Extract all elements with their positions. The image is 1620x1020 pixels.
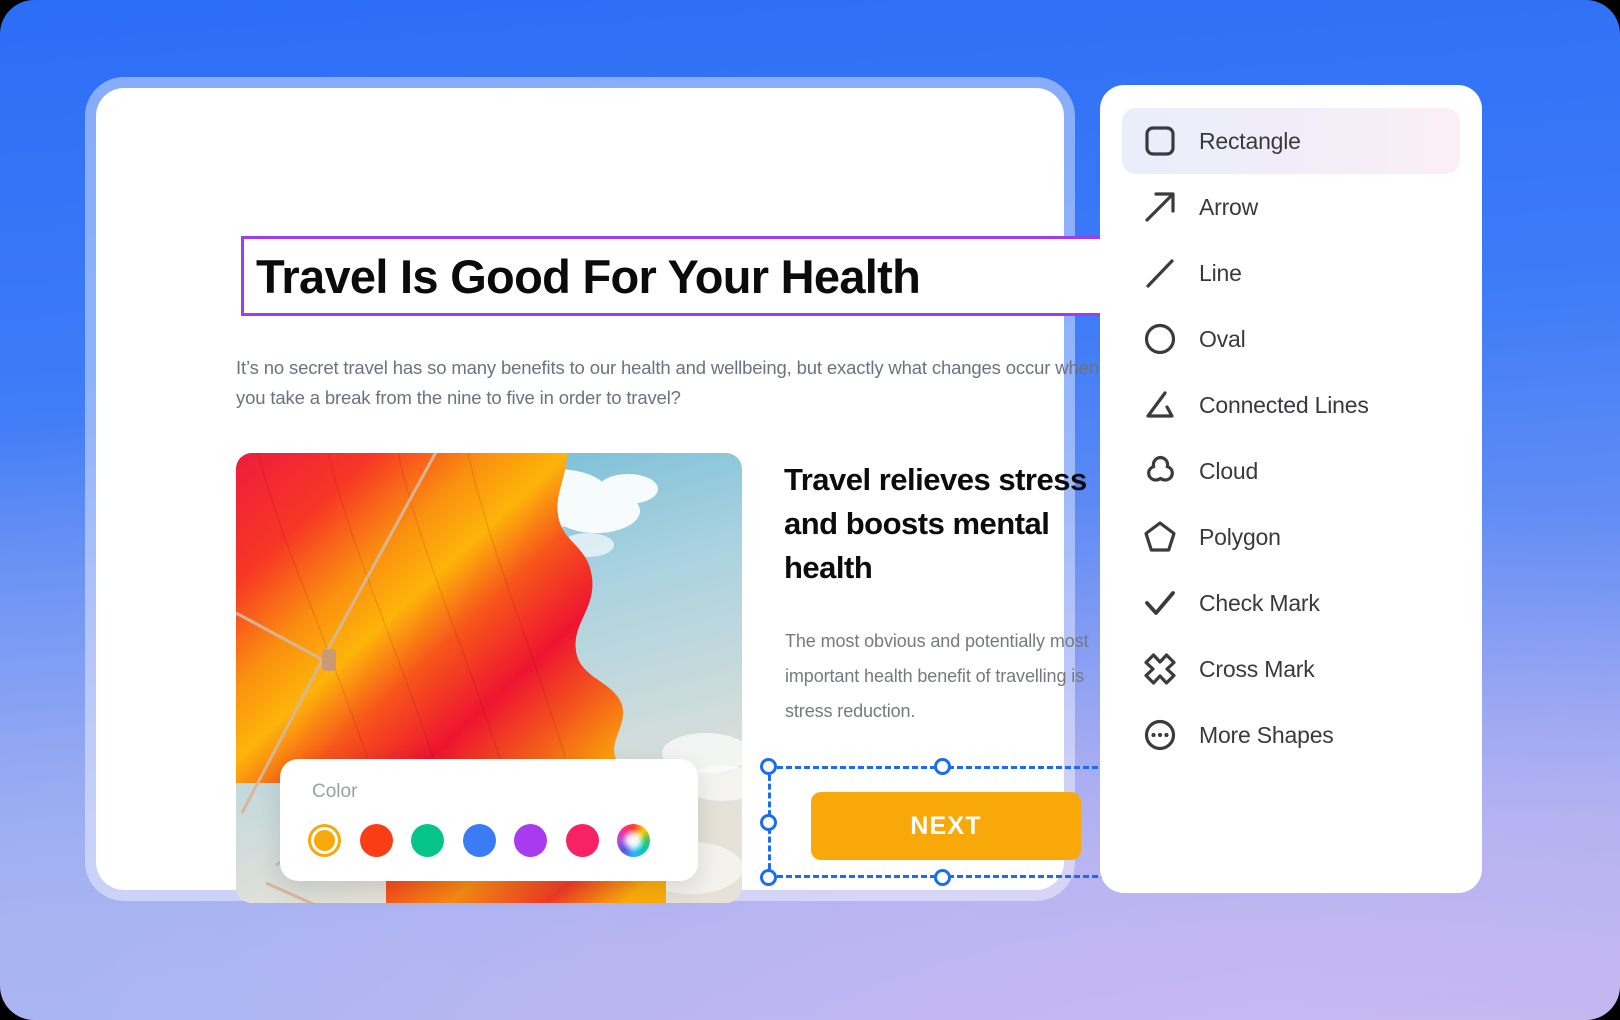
more-shapes-icon	[1138, 715, 1182, 755]
check-mark-icon	[1138, 583, 1182, 623]
section-paragraph[interactable]: The most obvious and potentially most im…	[785, 624, 1105, 729]
next-button-selection-frame[interactable]: NEXT	[760, 758, 1124, 886]
cross-mark-icon	[1138, 649, 1182, 689]
shape-item-more-shapes[interactable]: More Shapes	[1122, 702, 1460, 768]
color-swatch-purple[interactable]	[514, 824, 547, 857]
shape-item-line[interactable]: Line	[1122, 240, 1460, 306]
shape-label: Cloud	[1199, 457, 1259, 484]
next-button[interactable]: NEXT	[811, 792, 1081, 860]
shape-label: Oval	[1199, 325, 1246, 352]
shape-item-rectangle[interactable]: Rectangle	[1122, 108, 1460, 174]
editor-canvas-card: Travel Is Good For Your Health It’s no s…	[96, 88, 1124, 903]
shape-label: Line	[1199, 259, 1242, 286]
shape-label: Rectangle	[1199, 127, 1301, 154]
resize-handle-middle-left[interactable]	[760, 813, 777, 831]
color-popover[interactable]: Color	[280, 759, 698, 881]
color-swatch-rainbow-wheel[interactable]	[617, 824, 650, 857]
shape-label: Polygon	[1199, 523, 1281, 550]
color-swatch-blue[interactable]	[462, 824, 496, 857]
intro-paragraph[interactable]: It’s no secret travel has so many benefi…	[236, 353, 1121, 413]
connected-lines-icon	[1138, 385, 1182, 425]
line-icon	[1138, 253, 1182, 293]
shape-label: Connected Lines	[1199, 391, 1369, 418]
page-title[interactable]: Travel Is Good For Your Health	[244, 249, 921, 304]
color-swatch-pink[interactable]	[565, 824, 599, 857]
shape-item-cross-mark[interactable]: Cross Mark	[1122, 636, 1460, 702]
shape-label: Arrow	[1199, 193, 1259, 220]
shape-item-check-mark[interactable]: Check Mark	[1122, 570, 1460, 636]
cloud-icon	[1138, 451, 1182, 491]
resize-handle-top-center[interactable]	[933, 758, 951, 775]
color-swatch-row[interactable]	[308, 824, 650, 857]
shape-item-arrow[interactable]: Arrow	[1122, 174, 1460, 240]
shape-label: Cross Mark	[1199, 655, 1315, 682]
shape-item-polygon[interactable]: Polygon	[1122, 504, 1460, 570]
resize-handle-bottom-center[interactable]	[933, 869, 951, 886]
resize-handle-top-left[interactable]	[760, 758, 777, 775]
color-swatch-orange[interactable]	[308, 824, 341, 857]
title-selection-box[interactable]: Travel Is Good For Your Health	[241, 236, 1113, 316]
section-heading[interactable]: Travel relieves stress and boosts mental…	[784, 458, 1104, 590]
rectangle-icon	[1138, 121, 1182, 161]
shape-item-cloud[interactable]: Cloud	[1122, 438, 1460, 504]
shape-item-connected-lines[interactable]: Connected Lines	[1122, 372, 1460, 438]
oval-icon	[1138, 319, 1182, 359]
shapes-panel: Rectangle Arrow Line Oval Connected Line…	[1100, 85, 1482, 893]
resize-handle-bottom-left[interactable]	[760, 869, 777, 886]
color-swatch-red[interactable]	[359, 824, 393, 857]
color-label: Color	[312, 781, 358, 802]
arrow-icon	[1138, 187, 1182, 227]
shape-item-oval[interactable]: Oval	[1122, 306, 1460, 372]
color-swatch-teal[interactable]	[411, 824, 444, 857]
shapes-list: Rectangle Arrow Line Oval Connected Line…	[1100, 85, 1482, 791]
shape-label: More Shapes	[1199, 721, 1334, 748]
app-root: Travel Is Good For Your Health It’s no s…	[0, 0, 1620, 1020]
polygon-icon	[1138, 517, 1182, 557]
shape-label: Check Mark	[1199, 589, 1320, 616]
